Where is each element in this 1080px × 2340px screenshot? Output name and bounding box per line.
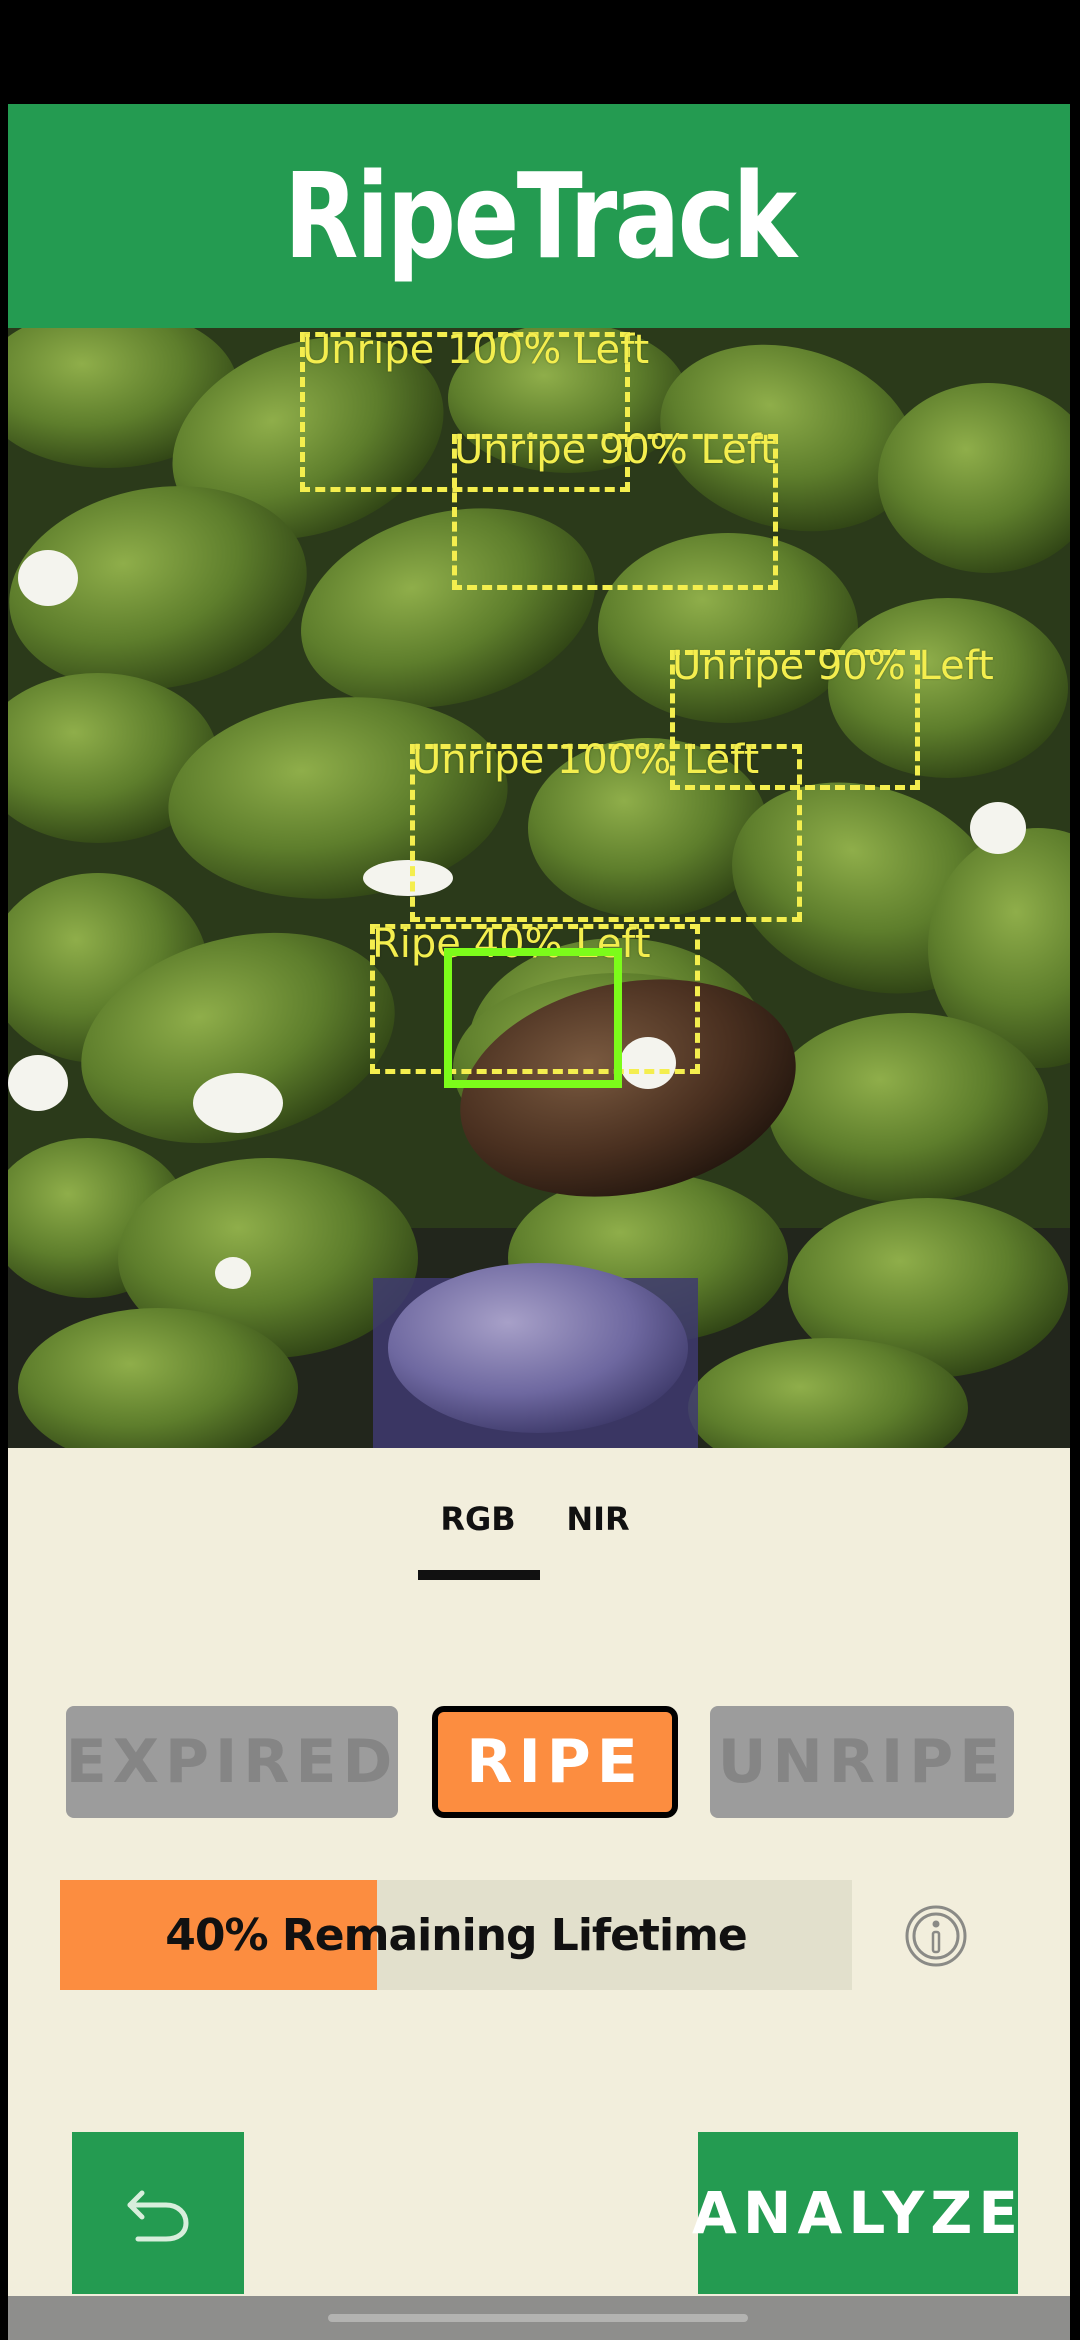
ripe-button[interactable]: RIPE: [432, 1706, 678, 1818]
lifetime-progress-bar: 40% Remaining Lifetime: [60, 1880, 852, 1990]
info-icon[interactable]: [904, 1904, 968, 1968]
home-indicator[interactable]: [328, 2314, 748, 2322]
expired-button[interactable]: EXPIRED: [66, 1706, 398, 1818]
app-header: RipeTrack: [8, 104, 1070, 328]
undo-arrow-icon: [127, 2190, 189, 2242]
tab-rgb[interactable]: RGB: [408, 1484, 548, 1584]
app-title: RipeTrack: [283, 147, 797, 285]
lifetime-label: 40% Remaining Lifetime: [165, 1909, 747, 1961]
app-screen: RipeTrack Unripe 100% Left Unripe 90% Le…: [8, 104, 1070, 2340]
detection-label-1: Unripe 100% Left: [302, 328, 650, 373]
detection-label-2: Unripe 90% Left: [454, 427, 776, 473]
ripe-roi-box: [444, 948, 622, 1088]
tab-nir[interactable]: NIR: [528, 1484, 668, 1584]
detection-label-4: Unripe 100% Left: [412, 737, 760, 783]
tab-active-indicator: [418, 1570, 540, 1580]
avocado-photo: Unripe 100% Left Unripe 90% Left Unripe …: [8, 328, 1070, 1448]
detection-label-3: Unripe 90% Left: [672, 643, 994, 689]
system-navigation-bar: [8, 2296, 1070, 2340]
analyze-button[interactable]: ANALYZE: [692, 2132, 1018, 2294]
view-tabs: RGB NIR: [8, 1484, 1070, 1584]
back-button[interactable]: [72, 2132, 244, 2294]
unripe-button[interactable]: UNRIPE: [710, 1706, 1014, 1818]
